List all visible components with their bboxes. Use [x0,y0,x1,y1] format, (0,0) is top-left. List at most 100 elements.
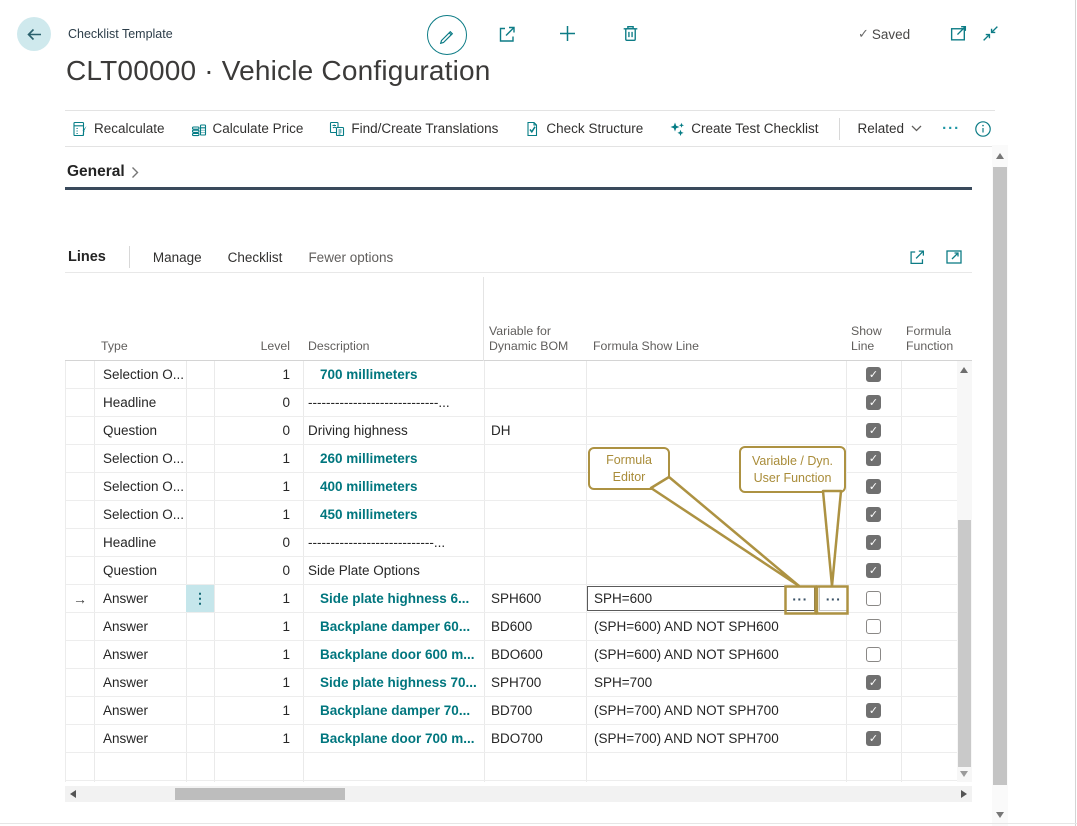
col-header-level[interactable]: Level [213,339,290,354]
cell-type[interactable]: Answer [94,725,186,752]
cell-variable-for-dynamic-bom[interactable]: BDO600 [484,641,586,668]
collapse-button[interactable] [981,24,1000,43]
show-line-checkbox-checked[interactable]: ✓ [866,563,881,578]
cell-type[interactable]: Answer [94,641,186,668]
cell-level[interactable]: 1 [214,641,303,668]
cell-level[interactable]: 1 [214,669,303,696]
open-in-window-button[interactable] [949,24,968,43]
variable-dyn-user-function-assist-button[interactable]: ··· [819,586,848,611]
cell-type[interactable]: Answer [94,585,186,612]
scroll-down-arrow[interactable] [960,771,968,777]
show-line-checkbox-checked[interactable]: ✓ [866,535,881,550]
scroll-thumb[interactable] [958,520,971,767]
cell-description-link[interactable]: Backplane damper 60... [303,613,484,640]
table-scrollbar[interactable] [957,361,972,782]
cell-level[interactable]: 1 [214,613,303,640]
action-recalculate[interactable]: Recalculate [72,121,165,137]
cell-description[interactable]: ----------------------------... [303,529,484,556]
show-line-checkbox-checked[interactable]: ✓ [866,703,881,718]
cell-level[interactable]: 0 [214,529,303,556]
formula-editor-field[interactable]: SPH=600··· [587,586,815,611]
cell-type[interactable]: Answer [94,697,186,724]
cell-type[interactable]: Selection O... [94,445,186,472]
cell-level[interactable]: 0 [214,417,303,444]
edit-button[interactable] [427,15,467,55]
cell-level[interactable]: 1 [214,725,303,752]
cell-description-link[interactable]: 450 millimeters [303,501,484,528]
cell-type[interactable]: Question [94,557,186,584]
col-header-variable[interactable]: Variable for Dynamic BOM [489,324,569,354]
cell-description-link[interactable]: 400 millimeters [303,473,484,500]
show-line-checkbox-checked[interactable]: ✓ [866,395,881,410]
cell-type[interactable]: Headline [94,529,186,556]
show-line-checkbox-unchecked[interactable] [866,647,881,662]
more-options-button[interactable]: ··· [942,120,960,137]
show-line-checkbox-checked[interactable]: ✓ [866,423,881,438]
lines-focus-button[interactable] [944,247,964,267]
show-line-checkbox-checked[interactable]: ✓ [866,507,881,522]
delete-button[interactable] [620,23,641,44]
cell-formula-show-line[interactable]: SPH=700 [586,669,846,696]
cell-type[interactable]: Selection O... [94,473,186,500]
formula-editor-assist-button[interactable]: ··· [786,587,814,610]
scroll-right-arrow[interactable] [961,790,967,798]
page-scroll-thumb[interactable] [993,167,1007,785]
cell-description[interactable]: -----------------------------... [303,389,484,416]
show-line-checkbox-checked[interactable]: ✓ [866,675,881,690]
cell-level[interactable]: 1 [214,361,303,388]
cell-formula-show-line[interactable]: SPH=600······ [586,585,846,612]
col-header-show-line[interactable]: Show Line [851,324,893,354]
horizontal-scroll-thumb[interactable] [175,788,345,800]
cell-level[interactable]: 1 [214,697,303,724]
menu-checklist[interactable]: Checklist [228,250,283,265]
cell-description-link[interactable]: 260 millimeters [303,445,484,472]
show-line-checkbox-checked[interactable]: ✓ [866,731,881,746]
scroll-up-arrow[interactable] [960,367,968,373]
cell-type[interactable]: Selection O... [94,361,186,388]
cell-type[interactable]: Answer [94,613,186,640]
show-line-checkbox-unchecked[interactable] [866,591,881,606]
col-header-description[interactable]: Description [308,339,370,354]
share-button[interactable] [496,23,518,45]
cell-level[interactable]: 0 [214,389,303,416]
cell-description-link[interactable]: Side plate highness 6... [303,585,484,612]
show-line-checkbox-checked[interactable]: ✓ [866,367,881,382]
cell-description-link[interactable]: Side plate highness 70... [303,669,484,696]
page-scroll-down-arrow[interactable] [996,812,1004,818]
action-calculate-price[interactable]: Calculate Price [191,121,304,137]
cell-description-link[interactable]: Backplane door 600 m... [303,641,484,668]
cell-description-link[interactable]: Backplane damper 70... [303,697,484,724]
cell-level[interactable]: 1 [214,501,303,528]
scroll-left-arrow[interactable] [70,790,76,798]
show-line-checkbox-checked[interactable]: ✓ [866,451,881,466]
col-header-type[interactable]: Type [101,339,128,354]
cell-variable-for-dynamic-bom[interactable]: SPH600 [484,585,586,612]
section-general[interactable]: General [67,163,139,181]
menu-manage[interactable]: Manage [153,250,202,265]
back-button[interactable] [17,17,51,51]
col-header-formula-show-line[interactable]: Formula Show Line [593,339,699,354]
related-menu[interactable]: Related [858,121,923,136]
cell-type[interactable]: Headline [94,389,186,416]
cell-formula-show-line[interactable]: (SPH=600) AND NOT SPH600 [586,613,846,640]
new-button[interactable] [557,23,578,44]
cell-variable-for-dynamic-bom[interactable]: SPH700 [484,669,586,696]
cell-type[interactable]: Question [94,417,186,444]
cell-type[interactable]: Selection O... [94,501,186,528]
cell-description[interactable]: Side Plate Options [303,557,484,584]
page-scrollbar[interactable] [992,145,1008,826]
action-create-test-checklist[interactable]: Create Test Checklist [669,121,818,137]
cell-variable-for-dynamic-bom[interactable]: BD700 [484,697,586,724]
cell-level[interactable]: 1 [214,445,303,472]
menu-fewer-options[interactable]: Fewer options [308,250,393,265]
action-find-create-translations[interactable]: Find/Create Translations [329,121,498,137]
cell-formula-show-line[interactable]: (SPH=600) AND NOT SPH600 [586,641,846,668]
show-line-checkbox-unchecked[interactable] [866,619,881,634]
formula-editor-value[interactable]: SPH=600 [588,587,786,610]
cell-variable-for-dynamic-bom[interactable]: BD600 [484,613,586,640]
cell-level[interactable]: 1 [214,585,303,612]
lines-share-button[interactable] [907,247,927,267]
cell-formula-show-line[interactable]: (SPH=700) AND NOT SPH700 [586,697,846,724]
cell-level[interactable]: 1 [214,473,303,500]
cell-variable-for-dynamic-bom[interactable]: BDO700 [484,725,586,752]
